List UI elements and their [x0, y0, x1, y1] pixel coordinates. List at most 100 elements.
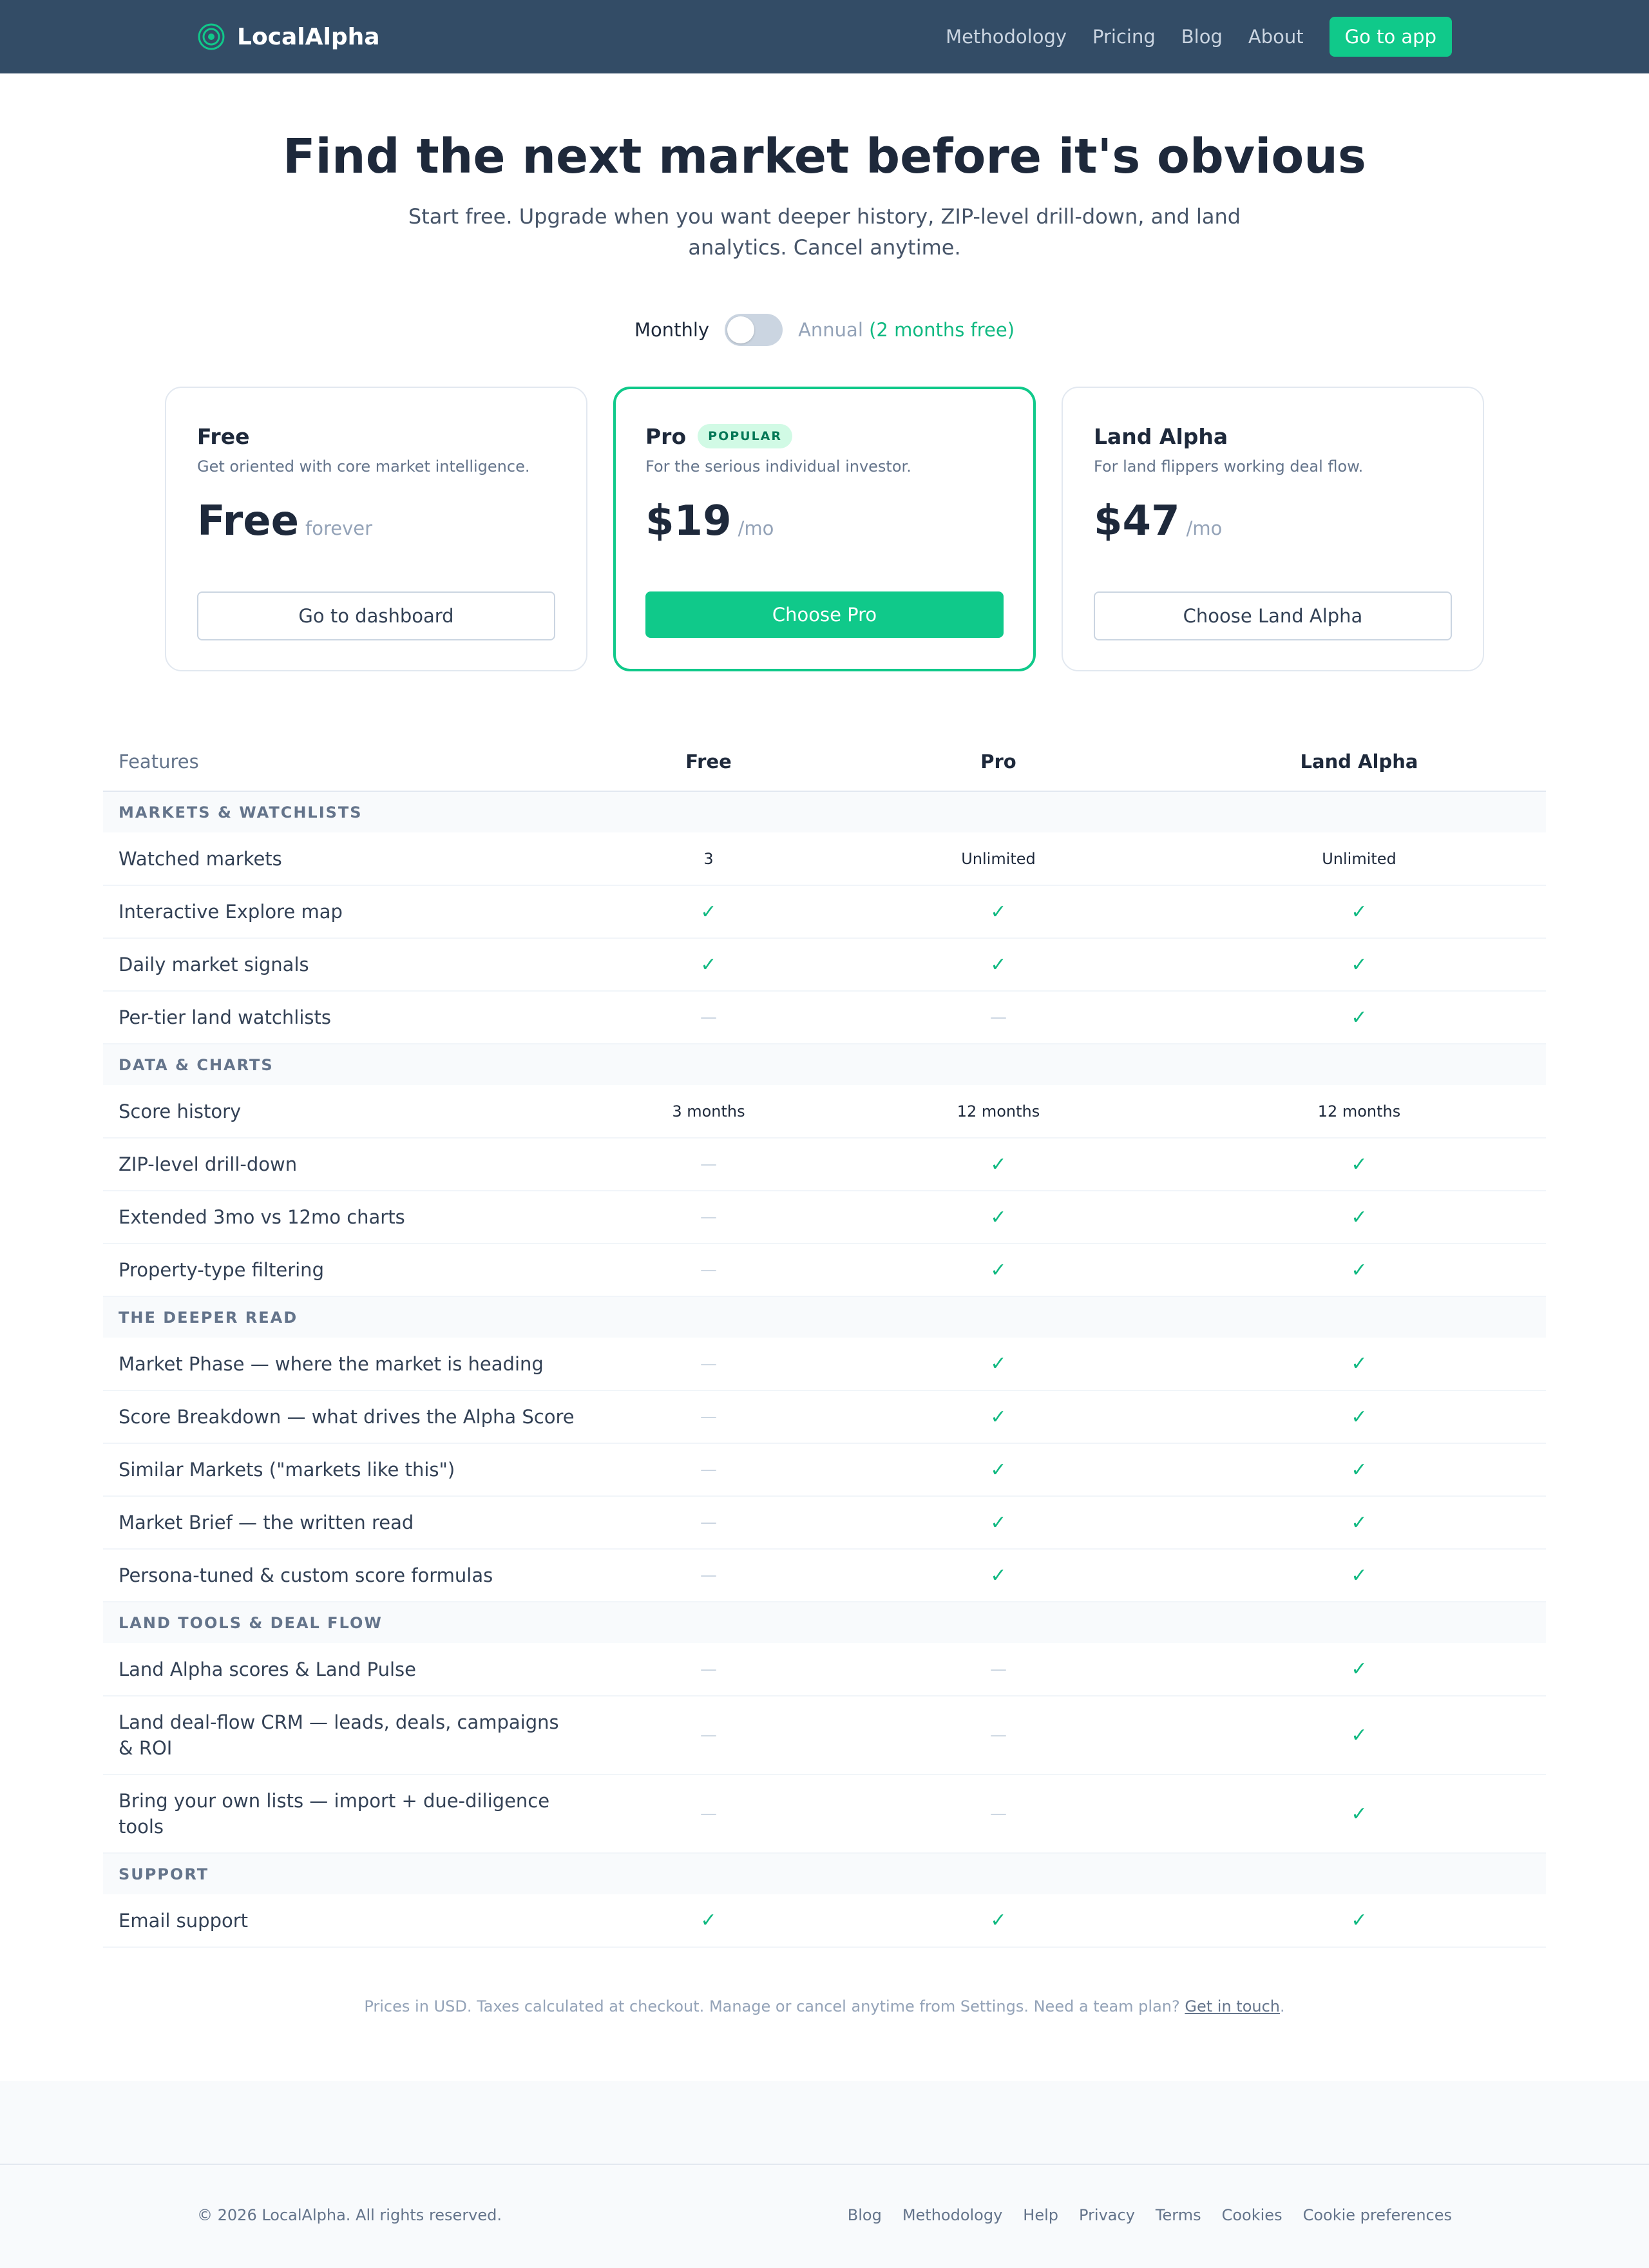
plan-period: /mo — [1186, 517, 1223, 539]
feature-name: Email support — [103, 1894, 593, 1948]
table-row: Market Phase — where the market is headi… — [103, 1338, 1546, 1391]
table-row: Per-tier land watchlists — — ✓ — [103, 991, 1546, 1044]
feature-name: Persona-tuned & custom score formulas — [103, 1549, 593, 1602]
dash-icon: — — [700, 1008, 717, 1027]
not-included-dash-icon: — — [824, 1774, 1172, 1854]
plan-description: For land flippers working deal flow. — [1094, 457, 1364, 476]
column-header-land-alpha: Land Alpha — [1172, 732, 1546, 792]
check-icon: ✓ — [1351, 1405, 1368, 1428]
choose-land-alpha-button[interactable]: Choose Land Alpha — [1094, 591, 1452, 640]
plan-card-pro: Pro POPULAR For the serious individual i… — [613, 387, 1036, 671]
check-icon: ✓ — [1351, 1458, 1368, 1481]
footer-link-help[interactable]: Help — [1023, 2206, 1058, 2224]
copyright-text: © 2026 LocalAlpha. All rights reserved. — [197, 2206, 502, 2224]
feature-table: Features Free Pro Land Alpha MARKETS & W… — [103, 732, 1546, 1948]
billing-annual-label-group[interactable]: Annual (2 months free) — [798, 319, 1015, 341]
feature-name: Land deal-flow CRM — leads, deals, campa… — [103, 1696, 593, 1775]
feature-value-free: 3 — [593, 832, 824, 886]
feature-name: Land Alpha scores & Land Pulse — [103, 1643, 593, 1696]
footer-link-privacy[interactable]: Privacy — [1079, 2206, 1135, 2224]
check-icon: ✓ — [824, 1549, 1172, 1602]
feature-name: Score history — [103, 1085, 593, 1139]
footer-link-cookies[interactable]: Cookies — [1222, 2206, 1282, 2224]
check-icon: ✓ — [1351, 1206, 1368, 1229]
dash-icon: — — [700, 1513, 717, 1532]
footer-divider — [0, 2164, 1649, 2165]
check-icon: ✓ — [990, 1909, 1007, 1932]
check-icon: ✓ — [1172, 1774, 1546, 1854]
check-icon: ✓ — [1351, 1006, 1368, 1029]
plan-price: $47 — [1094, 497, 1180, 545]
nav-link-methodology[interactable]: Methodology — [946, 26, 1067, 48]
check-icon: ✓ — [990, 953, 1007, 976]
check-icon: ✓ — [990, 1153, 1007, 1176]
nav-link-pricing[interactable]: Pricing — [1092, 26, 1156, 48]
billing-toggle-switch[interactable] — [725, 314, 783, 346]
plan-header: Land Alpha — [1094, 420, 1452, 452]
dash-icon: — — [700, 1659, 717, 1679]
feature-comparison-table: Features Free Pro Land Alpha MARKETS & W… — [103, 732, 1546, 1948]
footer-link-terms[interactable]: Terms — [1156, 2206, 1201, 2224]
table-row: Score history 3 months 12 months 12 months — [103, 1085, 1546, 1139]
check-icon: ✓ — [700, 1909, 717, 1932]
dash-icon: — — [700, 1354, 717, 1374]
check-icon: ✓ — [990, 1511, 1007, 1534]
nav-link-about[interactable]: About — [1248, 26, 1304, 48]
get-in-touch-link[interactable]: Get in touch — [1185, 1997, 1280, 2015]
choose-pro-button[interactable]: Choose Pro — [645, 591, 1004, 638]
check-icon: ✓ — [990, 1458, 1007, 1481]
table-section-row: MARKETS & WATCHLISTS — [103, 791, 1546, 832]
plan-period: forever — [305, 517, 373, 539]
dash-icon: — — [990, 1008, 1007, 1027]
top-navbar: LocalAlpha Methodology Pricing Blog Abou… — [0, 0, 1649, 73]
feature-name: ZIP-level drill-down — [103, 1138, 593, 1191]
billing-monthly-label[interactable]: Monthly — [634, 319, 709, 341]
feature-table-body: MARKETS & WATCHLISTS Watched markets 3 Unli… — [103, 791, 1546, 1948]
dash-icon: — — [990, 1804, 1007, 1823]
dash-icon: — — [700, 1804, 717, 1823]
check-icon: ✓ — [1172, 1443, 1546, 1497]
feature-value-pro: Unlimited — [824, 832, 1172, 886]
not-included-dash-icon: — — [593, 1696, 824, 1775]
plan-card-land-alpha: Land Alpha For land flippers working dea… — [1062, 387, 1484, 671]
nav-link-blog[interactable]: Blog — [1181, 26, 1223, 48]
check-icon: ✓ — [990, 1206, 1007, 1229]
brand-name: LocalAlpha — [237, 23, 380, 50]
table-row: Market Brief — the written read — ✓ ✓ — [103, 1496, 1546, 1550]
not-included-dash-icon: — — [824, 1643, 1172, 1696]
feature-name: Daily market signals — [103, 938, 593, 992]
not-included-dash-icon: — — [593, 1390, 824, 1444]
section-title: MARKETS & WATCHLISTS — [103, 791, 1546, 832]
footer-link-blog[interactable]: Blog — [848, 2206, 882, 2224]
column-header-free: Free — [593, 732, 824, 792]
table-row: Email support ✓ ✓ ✓ — [103, 1894, 1546, 1948]
go-to-app-button[interactable]: Go to app — [1329, 17, 1452, 57]
check-icon: ✓ — [824, 1191, 1172, 1244]
footer-link-methodology[interactable]: Methodology — [902, 2206, 1002, 2224]
not-included-dash-icon: — — [593, 1496, 824, 1550]
table-row: Interactive Explore map ✓ ✓ ✓ — [103, 885, 1546, 939]
plan-description: Get oriented with core market intelligen… — [197, 457, 530, 476]
popular-badge: POPULAR — [698, 424, 793, 448]
brand-link[interactable]: LocalAlpha — [197, 23, 380, 51]
table-row: Bring your own lists — import + due-dili… — [103, 1774, 1546, 1854]
table-section-row: THE DEEPER READ — [103, 1296, 1546, 1338]
feature-value-pro: 12 months — [824, 1085, 1172, 1139]
check-icon: ✓ — [824, 1496, 1172, 1550]
check-icon: ✓ — [1351, 1909, 1368, 1932]
table-section-row: SUPPORT — [103, 1853, 1546, 1894]
check-icon: ✓ — [593, 938, 824, 992]
table-row: Land Alpha scores & Land Pulse — — ✓ — [103, 1643, 1546, 1696]
check-icon: ✓ — [990, 1352, 1007, 1375]
billing-toggle-row: Monthly Annual (2 months free) — [0, 313, 1649, 347]
check-icon: ✓ — [1172, 885, 1546, 939]
footer-link-cookie-preferences[interactable]: Cookie preferences — [1303, 2206, 1452, 2224]
check-icon: ✓ — [1172, 938, 1546, 992]
not-included-dash-icon: — — [593, 1338, 824, 1391]
pricing-footnote: Prices in USD. Taxes calculated at check… — [0, 1997, 1649, 2015]
plan-card-free: Free Get oriented with core market intel… — [165, 387, 587, 671]
not-included-dash-icon: — — [593, 1443, 824, 1497]
table-section-row: LAND TOOLS & DEAL FLOW — [103, 1602, 1546, 1643]
plan-price-row: $47 /mo — [1094, 497, 1452, 555]
go-to-dashboard-button[interactable]: Go to dashboard — [197, 591, 555, 640]
